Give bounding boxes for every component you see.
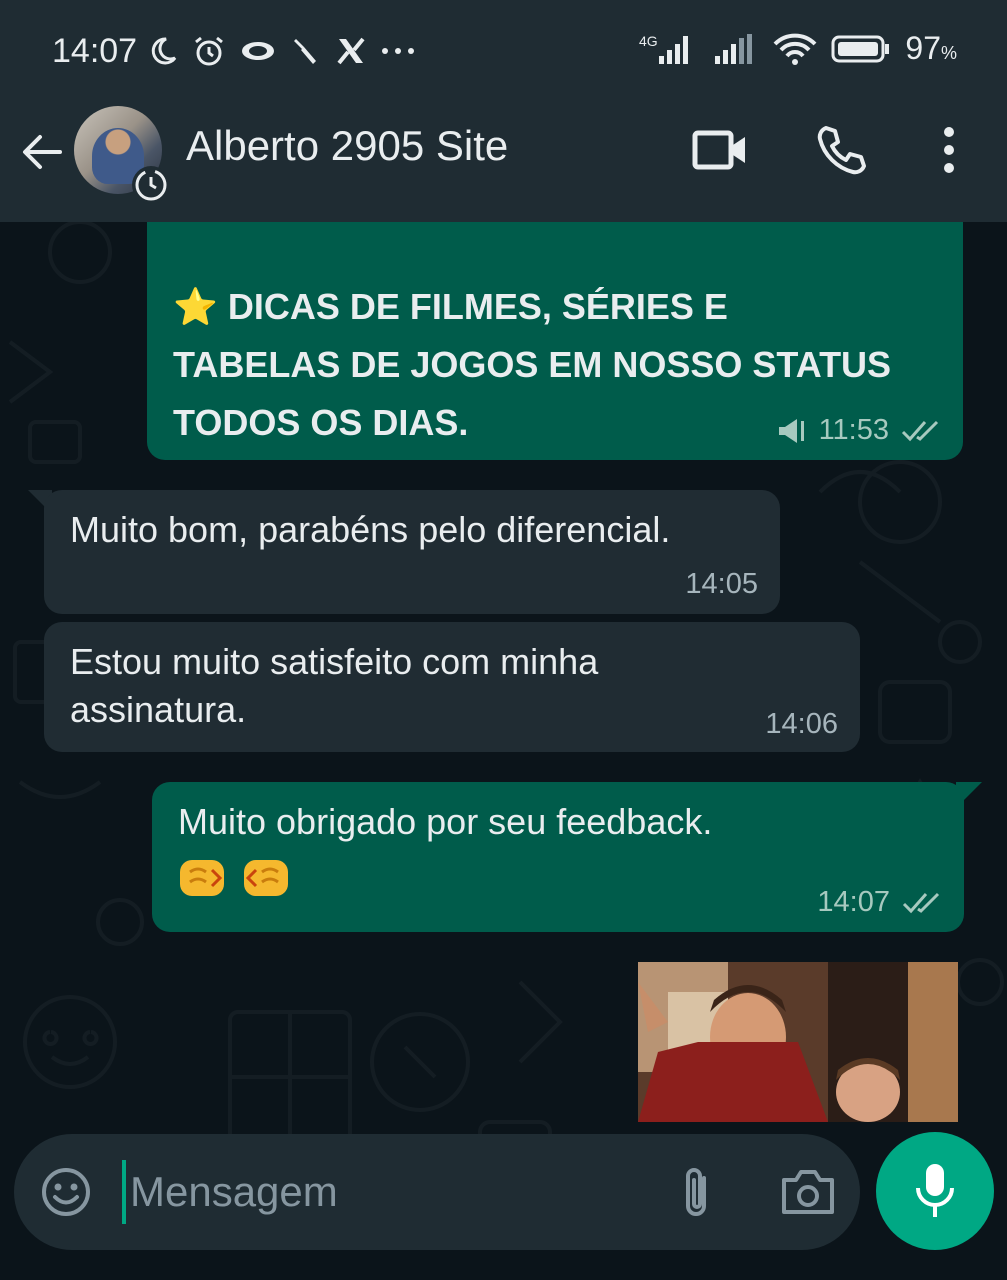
status-time: 14:07	[52, 32, 138, 70]
more-options-icon[interactable]	[934, 124, 964, 176]
right-fist-emoji-icon	[180, 860, 224, 896]
gif-message-image[interactable]	[638, 962, 958, 1122]
network-type-label: 4G	[639, 33, 658, 49]
signal-icon	[715, 33, 753, 64]
battery-level-unit: %	[940, 43, 957, 63]
message-text-line: TABELAS DE JOGOS EM NOSSO STATUS	[173, 344, 892, 385]
voice-message-button[interactable]	[876, 1132, 994, 1250]
message-time: 11:53	[818, 414, 889, 446]
message-meta: 14:06	[765, 708, 838, 741]
message-bubble-outgoing[interactable]: ⭐ DICAS DE FILMES, SÉRIES E TABELAS DE J…	[147, 222, 963, 460]
x-app-icon	[337, 37, 365, 65]
double-check-icon	[902, 892, 940, 913]
message-text-line: DICAS DE FILMES, SÉRIES E	[227, 286, 728, 327]
left-fist-emoji-icon	[244, 860, 288, 896]
battery-icon	[831, 35, 890, 62]
message-composer	[14, 1134, 860, 1250]
status-notification-icons	[148, 34, 416, 68]
message-time: 14:05	[685, 568, 758, 600]
message-meta: 14:05	[685, 568, 758, 601]
status-bar: 14:07 4G 97%	[0, 0, 1007, 100]
disappearing-messages-icon	[132, 166, 170, 204]
battery-level-value: 97	[905, 30, 941, 66]
voice-call-icon[interactable]	[816, 124, 868, 176]
camera-icon[interactable]	[780, 1166, 836, 1218]
eye-icon	[242, 42, 274, 60]
message-input[interactable]	[122, 1160, 642, 1224]
alarm-icon	[195, 36, 223, 66]
message-time: 14:06	[765, 708, 838, 740]
battery-level: 97%	[905, 30, 957, 67]
signal-4g-icon: 4G	[639, 33, 689, 64]
message-text: Estou muito satisfeito com minha assinat…	[70, 638, 720, 734]
video-call-icon[interactable]	[692, 128, 748, 172]
gif-scene	[638, 962, 958, 1122]
star-emoji: ⭐	[173, 286, 218, 327]
attach-paperclip-icon[interactable]	[674, 1164, 718, 1222]
chat-messages-area[interactable]: ⭐ DICAS DE FILMES, SÉRIES E TABELAS DE J…	[0, 222, 1007, 1280]
double-check-icon	[901, 420, 939, 441]
moon-icon	[151, 37, 177, 65]
message-text: Muito bom, parabéns pelo diferencial.	[70, 509, 671, 550]
back-arrow-icon[interactable]	[20, 130, 64, 174]
message-text-line: TODOS OS DIAS.	[173, 402, 469, 443]
broadcast-icon	[778, 418, 804, 443]
message-text: Muito obrigado por seu feedback.	[178, 801, 713, 842]
fist-bump-emoji	[176, 852, 292, 904]
message-bubble-incoming[interactable]: Estou muito satisfeito com minha assinat…	[44, 622, 860, 752]
message-bubble-incoming[interactable]: Muito bom, parabéns pelo diferencial. 14…	[44, 490, 780, 614]
status-system-icons: 4G 97%	[639, 30, 957, 67]
chat-header: Alberto 2905 Site	[0, 100, 1007, 222]
message-text-line: assinatura.	[70, 689, 247, 730]
message-meta: 14:07	[817, 886, 942, 919]
message-time: 14:07	[817, 886, 890, 918]
wrench-icon	[294, 39, 316, 64]
emoji-icon[interactable]	[40, 1166, 92, 1218]
contact-name[interactable]: Alberto 2905 Site	[186, 122, 508, 170]
wifi-icon	[773, 33, 817, 65]
message-text-line: Estou muito satisfeito com minha	[70, 641, 599, 682]
message-meta: 11:53	[777, 414, 941, 447]
more-notifications-icon	[382, 48, 414, 54]
message-bubble-outgoing[interactable]: Muito obrigado por seu feedback. 14:07	[152, 782, 964, 932]
microphone-icon	[916, 1164, 954, 1217]
